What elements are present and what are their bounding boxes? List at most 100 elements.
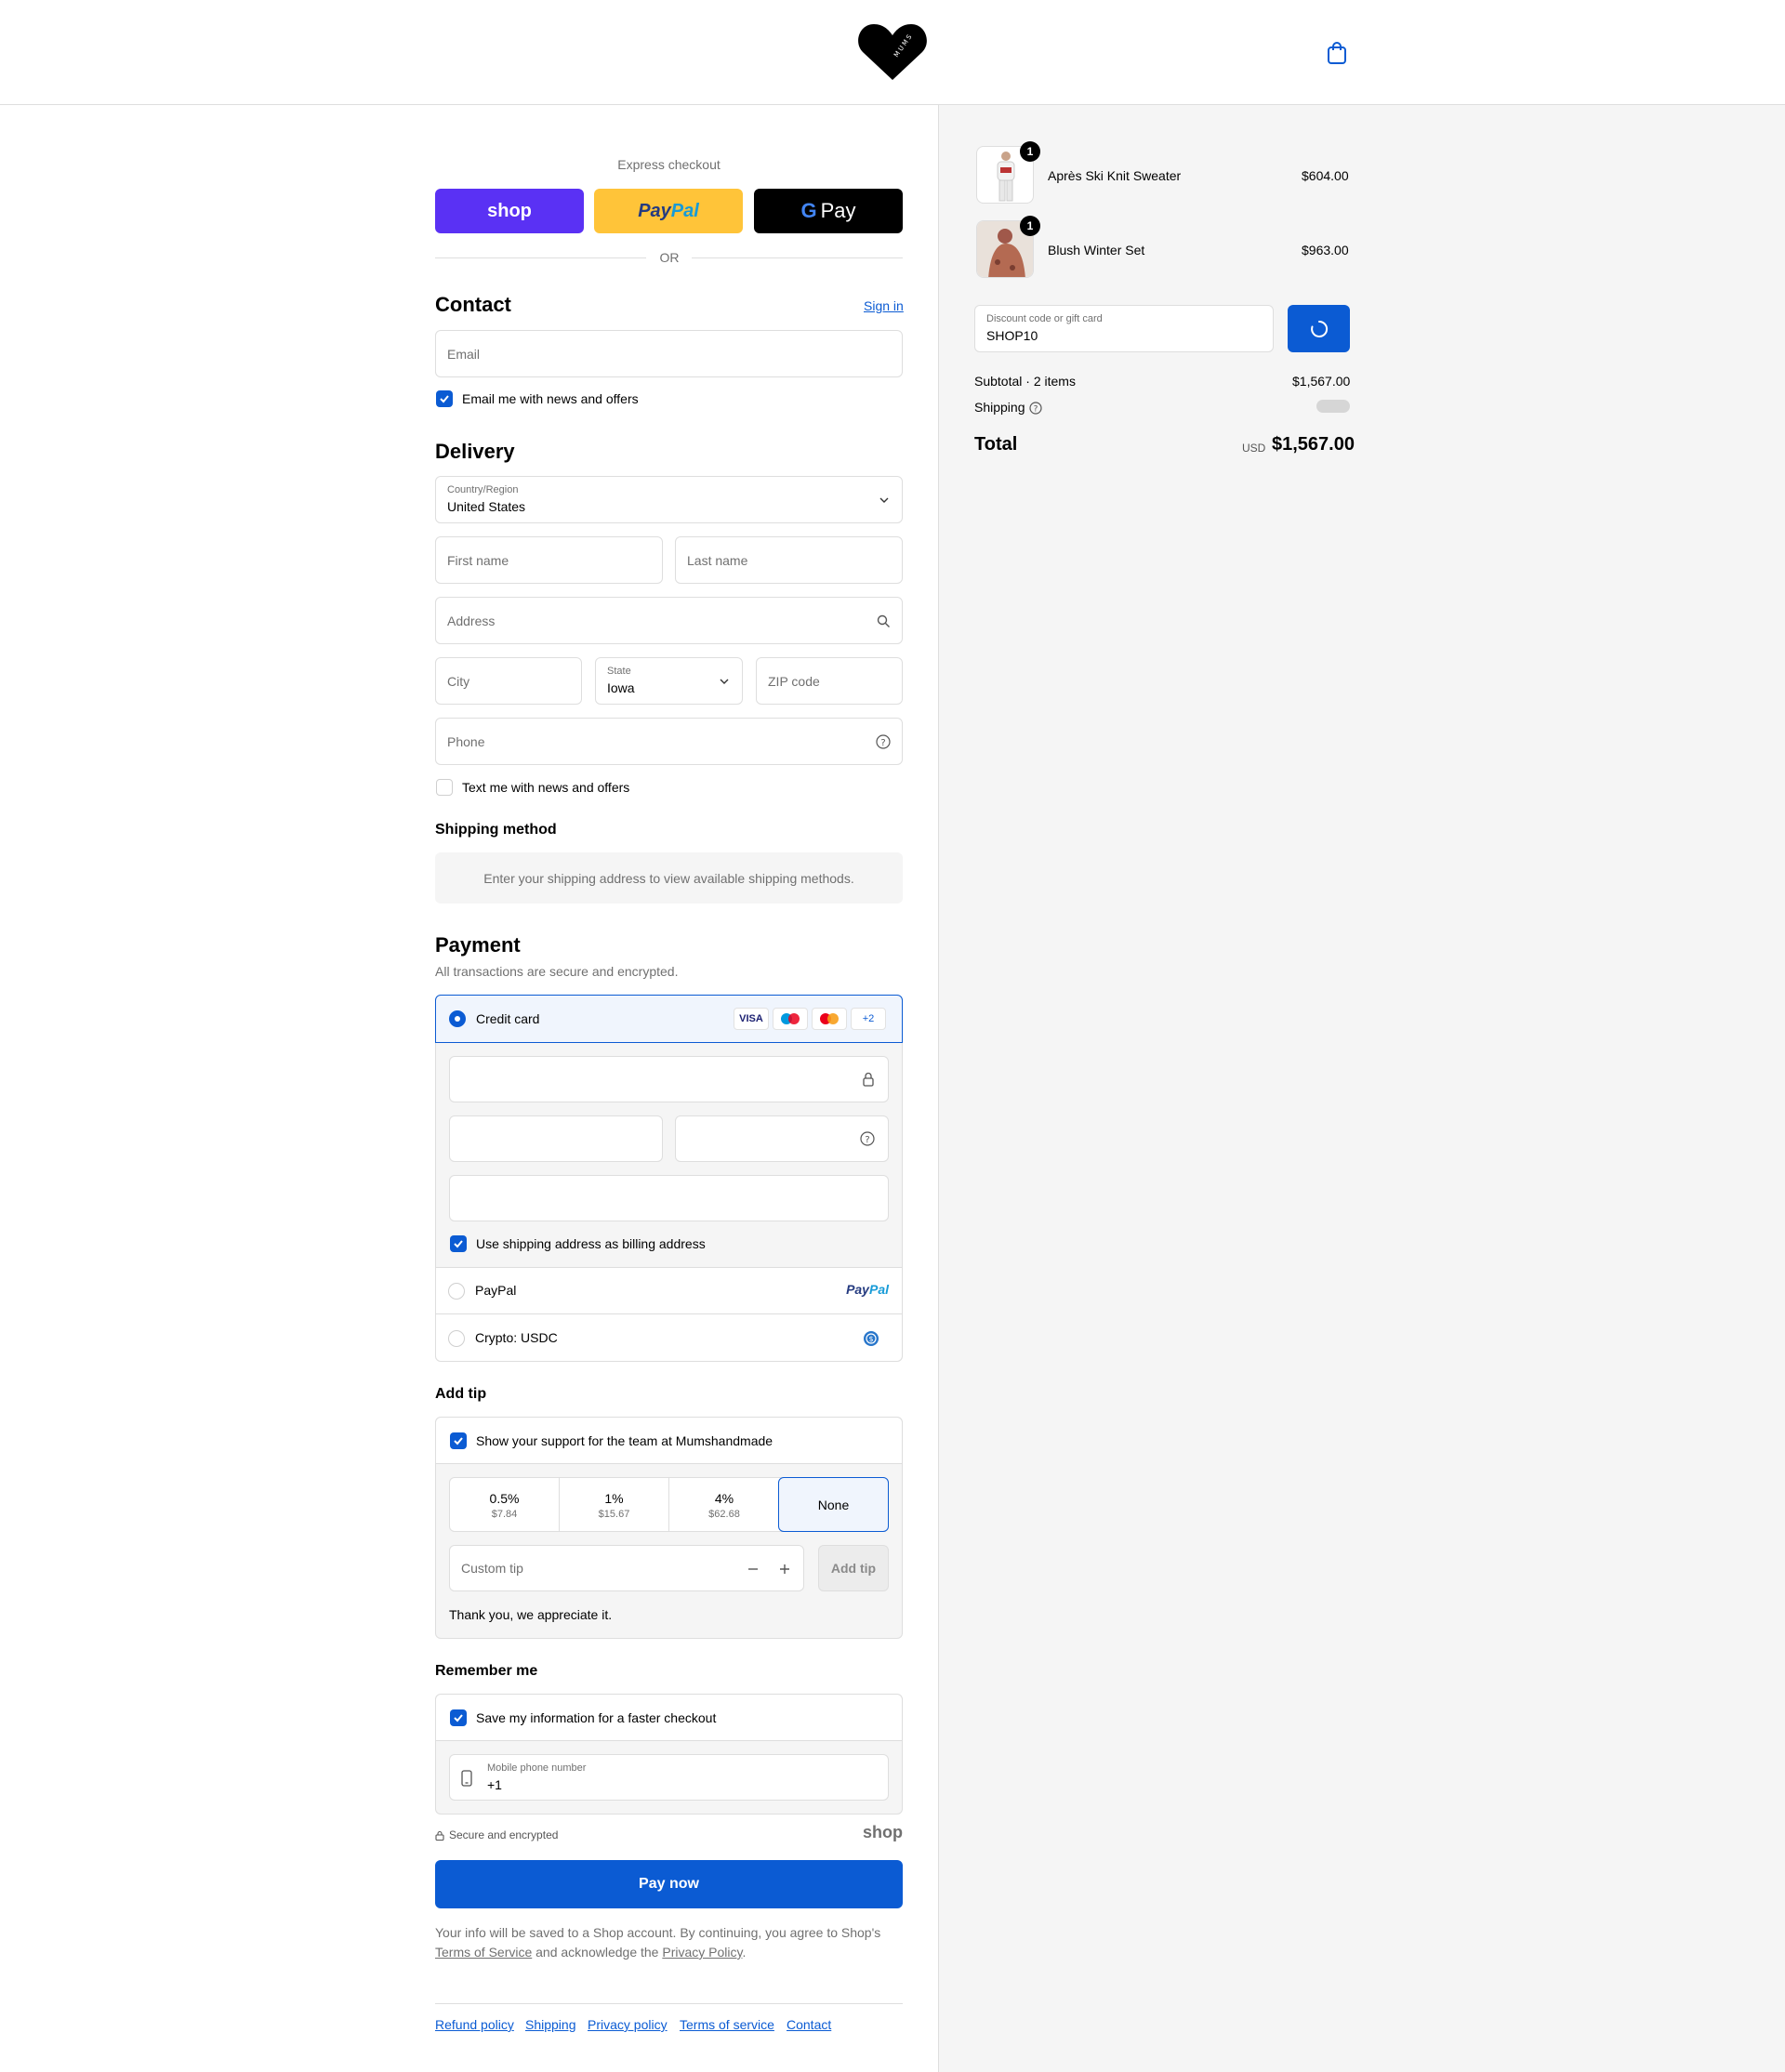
credit-card-radio[interactable]	[449, 1010, 466, 1027]
checkmark-icon	[454, 1714, 463, 1722]
zip-field[interactable]: ZIP code	[756, 657, 903, 705]
visa-icon: VISA	[734, 1008, 769, 1030]
discount-label: Discount code or gift card	[986, 313, 1103, 324]
shipping-link[interactable]: Shipping	[525, 2017, 576, 2032]
tip-percent: 1%	[604, 1490, 624, 1506]
billing-address-checkbox[interactable]	[450, 1235, 467, 1252]
terms-of-service-footer-link[interactable]: Terms of service	[680, 2017, 774, 2032]
save-info-label: Save my information for a faster checkou…	[476, 1710, 717, 1725]
svg-text:?: ?	[1034, 405, 1038, 415]
text-news-checkbox[interactable]	[436, 779, 453, 796]
sign-in-link[interactable]: Sign in	[864, 298, 904, 313]
payment-title: Payment	[435, 933, 521, 957]
chevron-down-icon	[879, 497, 889, 503]
privacy-policy-link[interactable]: Privacy Policy	[662, 1945, 742, 1960]
state-value: Iowa	[607, 680, 635, 695]
google-pay-button[interactable]: G Pay	[754, 189, 903, 233]
paypal-option[interactable]: PayPal PayPal	[436, 1267, 902, 1313]
first-name-field[interactable]: First name	[435, 536, 663, 584]
phone-field[interactable]: Phone ?	[435, 718, 903, 765]
shop-pay-button[interactable]: shop	[435, 189, 584, 233]
item-name: Blush Winter Set	[1048, 243, 1145, 257]
contact-title: Contact	[435, 293, 511, 316]
tip-support-checkbox[interactable]	[450, 1432, 467, 1449]
heart-logo[interactable]: MUMS	[857, 20, 928, 82]
address-field[interactable]: Address	[435, 597, 903, 644]
paypal-logo: PayPal	[638, 200, 699, 221]
item-name: Après Ski Knit Sweater	[1048, 168, 1182, 183]
mobile-phone-icon	[461, 1770, 472, 1787]
terms-of-service-link[interactable]: Terms of Service	[435, 1945, 532, 1960]
tip-option-none[interactable]: None	[778, 1477, 889, 1532]
shop-pay-label: shop	[487, 200, 532, 221]
tip-option-1[interactable]: 1% $15.67	[560, 1478, 669, 1532]
tip-support-label: Show your support for the team at Mumsha…	[476, 1433, 774, 1448]
credit-card-label: Credit card	[476, 1011, 540, 1026]
city-field[interactable]: City	[435, 657, 582, 705]
tip-support-row[interactable]: Show your support for the team at Mumsha…	[436, 1418, 902, 1464]
plus-icon[interactable]	[779, 1564, 790, 1575]
express-checkout-title: Express checkout	[617, 157, 721, 172]
paypal-label: PayPal	[475, 1283, 517, 1298]
help-icon[interactable]: ?	[1029, 402, 1042, 415]
last-name-field[interactable]: Last name	[675, 536, 903, 584]
legal-text-part: Your info will be saved to a Shop accoun…	[435, 1925, 881, 1940]
contact-link[interactable]: Contact	[787, 2017, 831, 2032]
refund-policy-link[interactable]: Refund policy	[435, 2017, 514, 2032]
tip-option-0-5[interactable]: 0.5% $7.84	[450, 1478, 560, 1532]
email-news-checkbox[interactable]	[436, 390, 453, 407]
state-select[interactable]: State Iowa	[595, 657, 743, 705]
first-name-placeholder: First name	[447, 552, 509, 568]
add-tip-button[interactable]: Add tip	[818, 1545, 889, 1591]
text-news-label: Text me with news and offers	[462, 780, 630, 795]
crypto-label: Crypto: USDC	[475, 1330, 558, 1345]
chevron-down-icon	[720, 679, 729, 684]
paypal-radio[interactable]	[448, 1283, 465, 1300]
item-price: $963.00	[1302, 243, 1349, 257]
crypto-radio[interactable]	[448, 1330, 465, 1347]
help-circle-icon[interactable]: ?	[876, 734, 891, 749]
currency-code: USD	[1242, 442, 1266, 455]
search-icon	[877, 614, 890, 627]
discount-field[interactable]: Discount code or gift card SHOP10	[974, 305, 1274, 352]
svg-text:$: $	[868, 1335, 873, 1343]
minus-icon[interactable]	[747, 1564, 759, 1575]
paypal-button[interactable]: PayPal	[594, 189, 743, 233]
security-code-field[interactable]: ?	[675, 1115, 889, 1162]
city-placeholder: City	[447, 673, 470, 689]
name-on-card-field[interactable]	[449, 1175, 889, 1221]
shipping-method-title: Shipping method	[435, 822, 557, 838]
shop-mark: shop	[863, 1823, 903, 1841]
tip-option-4[interactable]: 4% $62.68	[669, 1478, 779, 1532]
email-field[interactable]: Email	[435, 330, 903, 377]
google-g-icon: G	[800, 199, 817, 222]
save-info-checkbox[interactable]	[450, 1709, 467, 1726]
header: MUMS	[0, 0, 1785, 105]
privacy-policy-footer-link[interactable]: Privacy policy	[588, 2017, 668, 2032]
checkmark-icon	[454, 1437, 463, 1445]
save-info-row[interactable]: Save my information for a faster checkou…	[436, 1695, 902, 1741]
country-value: United States	[447, 499, 526, 514]
pay-now-button[interactable]: Pay now	[435, 1860, 903, 1908]
custom-tip-field[interactable]: Custom tip	[449, 1545, 804, 1591]
order-summary	[938, 105, 1785, 2072]
tip-percent: 4%	[714, 1490, 734, 1506]
apply-discount-button[interactable]	[1288, 305, 1350, 352]
quantity-badge: 1	[1020, 141, 1040, 162]
delivery-title: Delivery	[435, 440, 515, 463]
credit-card-option[interactable]: Credit card VISA +2	[435, 995, 903, 1043]
shopping-bag-icon[interactable]	[1326, 41, 1348, 65]
email-news-label: Email me with news and offers	[462, 391, 639, 406]
google-pay-label: Pay	[820, 199, 856, 222]
country-select[interactable]: Country/Region United States	[435, 476, 903, 523]
expiration-date-field[interactable]	[449, 1115, 663, 1162]
mobile-phone-field[interactable]: Mobile phone number +1	[449, 1754, 889, 1801]
subtotal-label: Subtotal · 2 items	[974, 374, 1076, 389]
checkmark-icon	[440, 395, 449, 403]
usdc-icon: $	[864, 1331, 879, 1346]
card-number-field[interactable]	[449, 1056, 889, 1102]
crypto-option[interactable]: Crypto: USDC $	[436, 1313, 902, 1361]
subtotal-value: $1,567.00	[1292, 374, 1351, 389]
help-circle-icon[interactable]: ?	[860, 1131, 875, 1146]
last-name-placeholder: Last name	[687, 552, 748, 568]
